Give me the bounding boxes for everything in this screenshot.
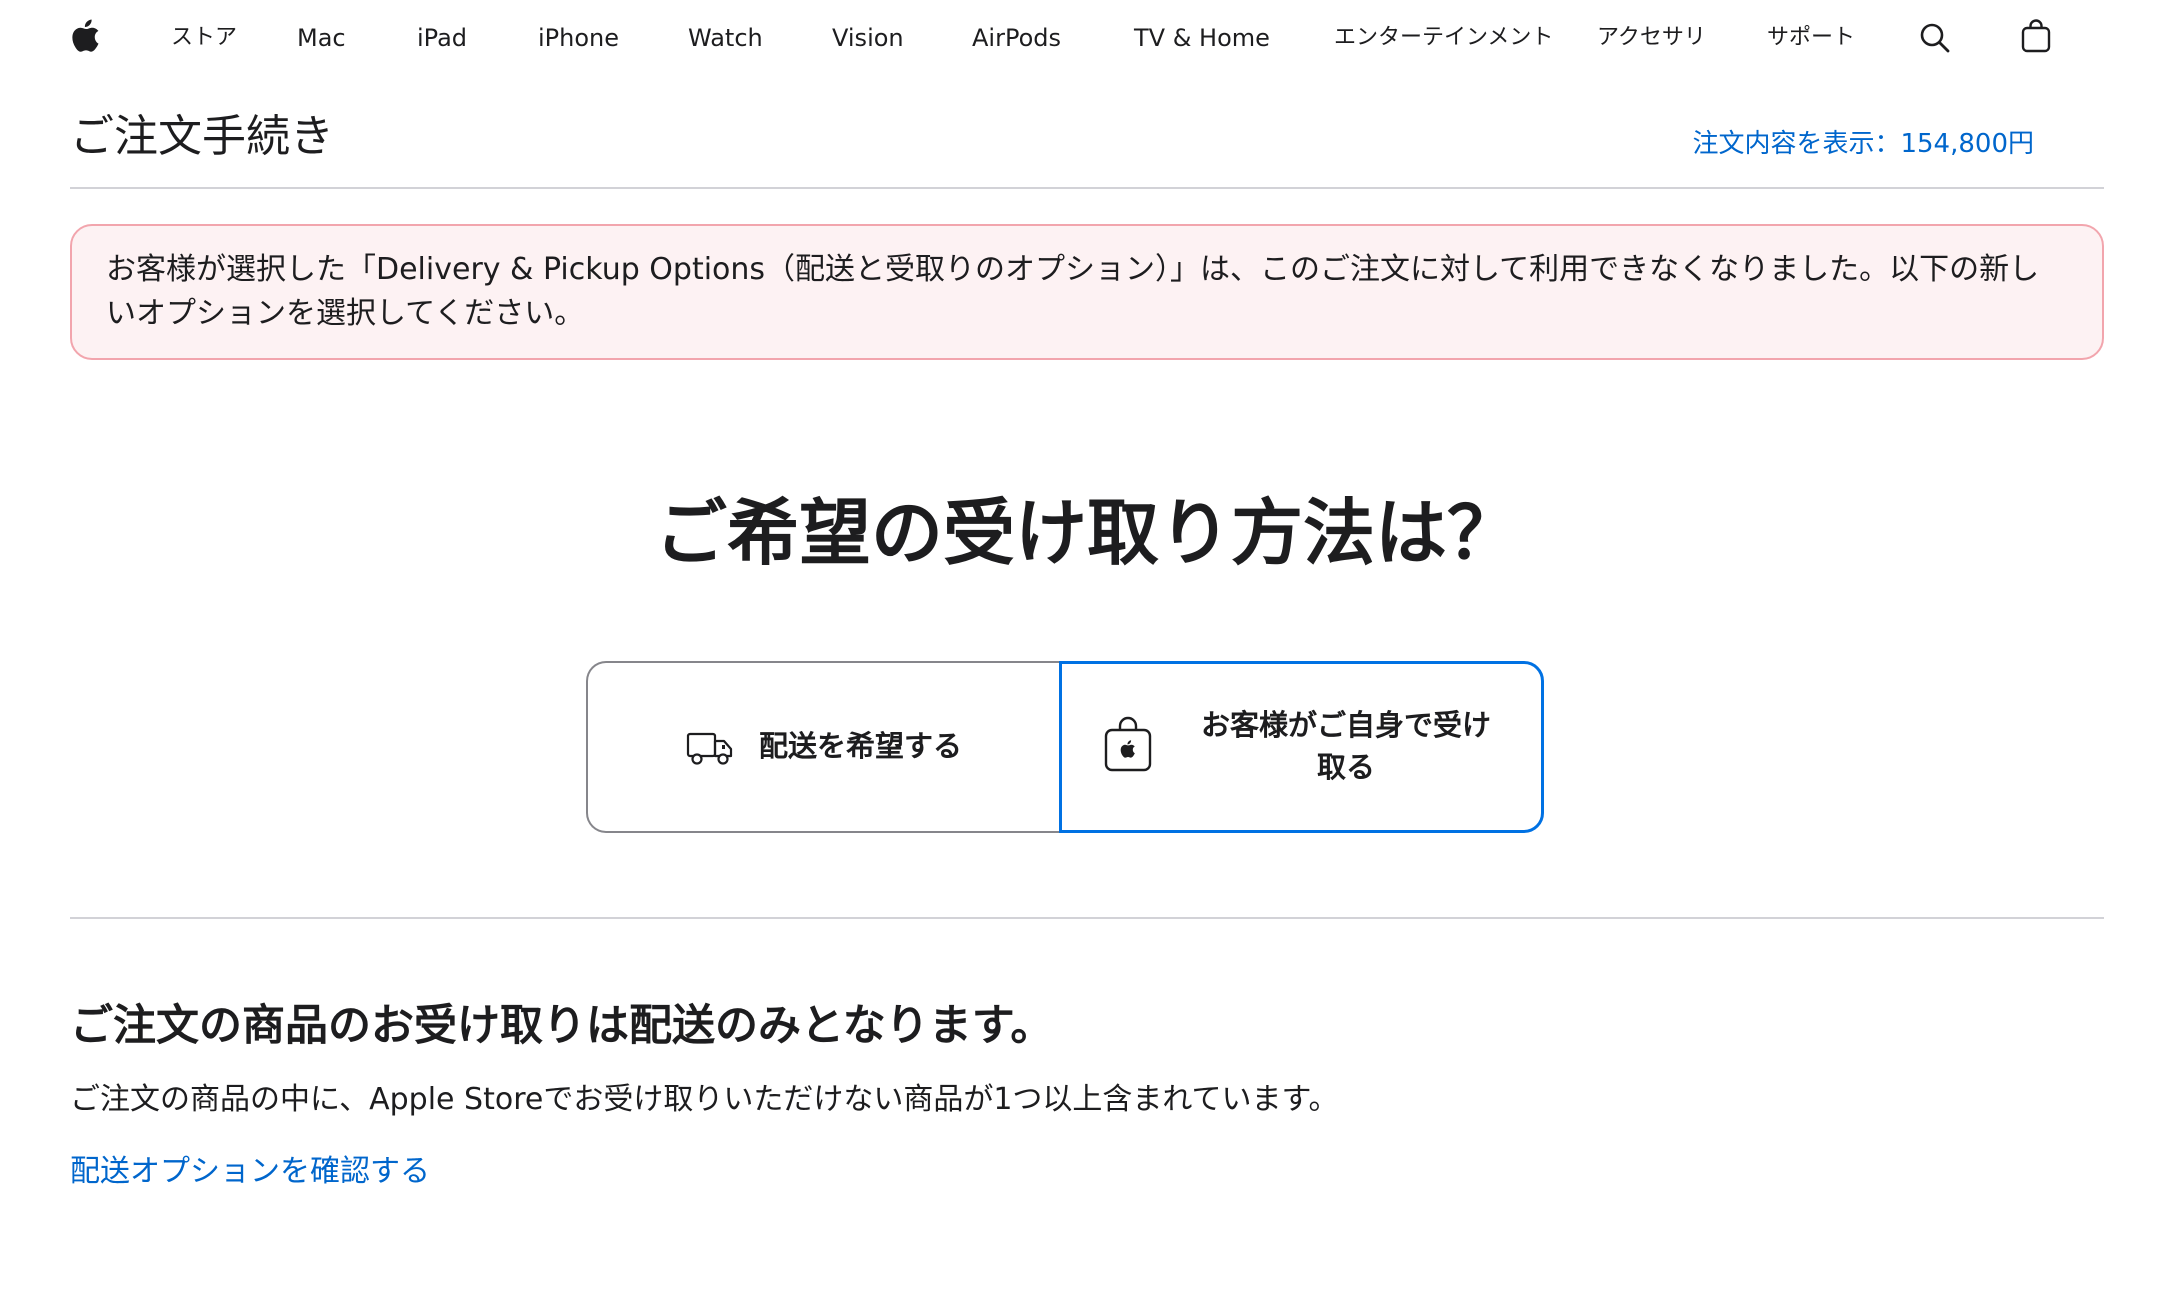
- nav-item-support[interactable]: サポート: [1767, 26, 1855, 50]
- view-delivery-options-link[interactable]: 配送オプションを確認する: [70, 1152, 430, 1192]
- nav-item-iphone[interactable]: iPhone: [538, 26, 619, 50]
- nav-item-store[interactable]: ストア: [171, 26, 237, 50]
- nav-item-entertainment[interactable]: エンターテインメント: [1334, 26, 1553, 50]
- page-title: ご注文手続き: [70, 111, 334, 162]
- unavailable-option-alert: お客様が選択した「Delivery & Pickup Options（配送と受取…: [70, 224, 2104, 360]
- global-nav: ストア Mac iPad iPhone Watch Vision AirPods…: [0, 0, 2174, 76]
- nav-item-vision[interactable]: Vision: [832, 26, 904, 50]
- section-divider: [70, 917, 2104, 919]
- nav-item-accessories[interactable]: アクセサリ: [1597, 26, 1706, 50]
- header-divider: [70, 187, 2104, 189]
- nav-item-airpods[interactable]: AirPods: [972, 26, 1061, 50]
- nav-item-mac[interactable]: Mac: [297, 26, 346, 50]
- apple-store-bag-icon: [1104, 716, 1152, 772]
- pickup-option-button[interactable]: お客様がご自身で受け取る: [1059, 661, 1544, 833]
- nav-item-ipad[interactable]: iPad: [417, 26, 467, 50]
- fulfillment-question: ご希望の受け取り方法は？: [654, 491, 1519, 575]
- apple-logo-icon[interactable]: [72, 19, 100, 53]
- delivery-option-button[interactable]: 配送を希望する: [586, 661, 1062, 833]
- delivery-option-label: 配送を希望する: [759, 729, 963, 763]
- delivery-only-heading: ご注文の商品のお受け取りは配送のみとなります。: [70, 1001, 1054, 1051]
- shopping-bag-icon[interactable]: [2021, 19, 2051, 53]
- nav-item-watch[interactable]: Watch: [688, 26, 763, 50]
- pickup-option-label: お客様がご自身で受け取る: [1200, 708, 1491, 784]
- order-summary-link[interactable]: 注文内容を表示：154,800円: [1692, 129, 2034, 159]
- nav-item-tv-home[interactable]: TV & Home: [1134, 26, 1270, 50]
- search-icon[interactable]: [1919, 22, 1951, 54]
- delivery-truck-icon: [686, 729, 734, 767]
- delivery-only-message: ご注文の商品の中に、Apple Storeでお受け取りいただけない商品が1つ以上…: [70, 1082, 1339, 1117]
